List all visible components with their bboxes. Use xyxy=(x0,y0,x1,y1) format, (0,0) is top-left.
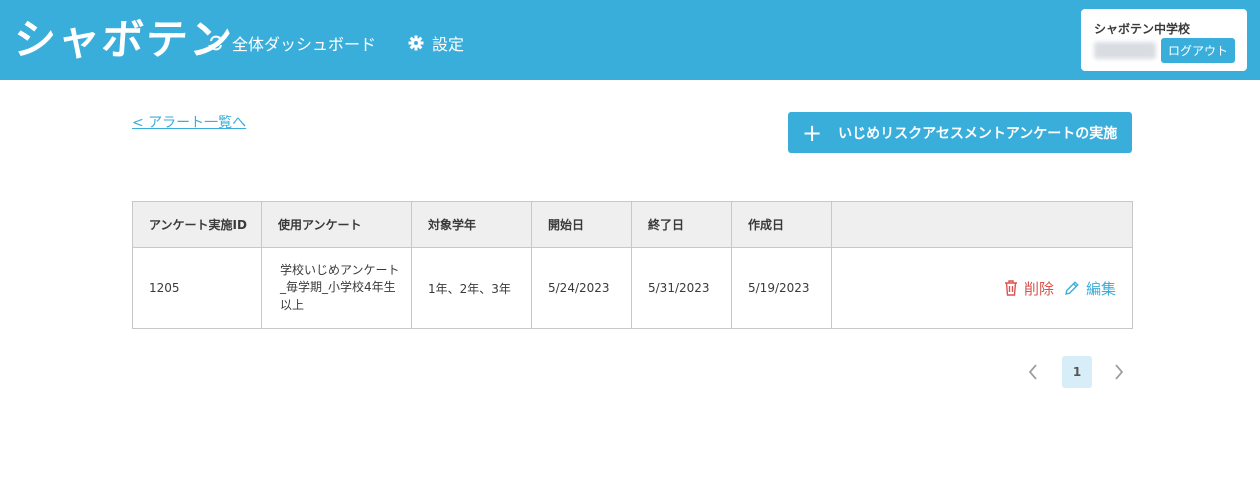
cell-grades: 1年、2年、3年 xyxy=(411,247,532,329)
gear-icon xyxy=(408,35,424,51)
table-row: 1205 学校いじめアンケート_毎学期_小学校4年生以上 1年、2年、3年 5/… xyxy=(132,247,1133,329)
survey-table: アンケート実施ID 使用アンケート 対象学年 開始日 終了日 作成日 1205 … xyxy=(132,201,1133,329)
chevron-left-icon[interactable] xyxy=(1028,364,1038,384)
plus-icon: + xyxy=(802,118,823,147)
back-to-alerts-link[interactable]: < アラート一覧へ xyxy=(132,112,246,132)
delete-button[interactable]: 削除 xyxy=(1004,278,1054,299)
cell-created: 5/19/2023 xyxy=(731,247,832,329)
pencil-icon xyxy=(1065,281,1079,295)
delete-label: 削除 xyxy=(1023,279,1054,298)
sync-icon xyxy=(208,35,224,51)
nav-settings-label: 設定 xyxy=(432,35,465,54)
edit-label: 編集 xyxy=(1085,279,1116,298)
nav-settings[interactable]: 設定 xyxy=(408,32,464,54)
nav-dashboard[interactable]: 全体ダッシュボード xyxy=(208,32,376,54)
run-assessment-label: いじめリスクアセスメントアンケートの実施 xyxy=(838,125,1118,142)
pagination: 1 xyxy=(1020,356,1132,388)
col-header-created: 作成日 xyxy=(731,201,832,248)
col-header-grades: 対象学年 xyxy=(411,201,532,248)
col-header-end: 終了日 xyxy=(631,201,732,248)
run-assessment-button[interactable]: + いじめリスクアセスメントアンケートの実施 xyxy=(788,112,1132,153)
app-logo[interactable]: シャボテン xyxy=(12,6,236,67)
col-header-survey: 使用アンケート xyxy=(261,201,412,248)
school-name: シャボテン中学校 xyxy=(1094,22,1191,36)
logout-button[interactable]: ログアウト xyxy=(1161,38,1235,63)
cell-end: 5/31/2023 xyxy=(631,247,732,329)
col-header-id: アンケート実施ID xyxy=(132,201,262,248)
nav-dashboard-label: 全体ダッシュボード xyxy=(232,35,377,54)
cell-id: 1205 xyxy=(132,247,262,329)
row-actions: 削除 編集 xyxy=(848,278,1132,299)
edit-button[interactable]: 編集 xyxy=(1064,278,1116,299)
app-header: シャボテン 全体ダッシュボード 設定 シャボテン中学校 ログアウト xyxy=(0,0,1260,80)
user-name: ●●● ●●● xyxy=(1094,42,1156,59)
col-header-actions xyxy=(831,201,1133,248)
user-panel: シャボテン中学校 ●●● ●●● ログアウト xyxy=(1081,9,1247,71)
col-header-start: 開始日 xyxy=(531,201,632,248)
trash-icon xyxy=(1004,280,1017,296)
page-button-current[interactable]: 1 xyxy=(1062,356,1092,388)
cell-start: 5/24/2023 xyxy=(531,247,632,329)
cell-survey: 学校いじめアンケート_毎学期_小学校4年生以上 xyxy=(261,247,412,329)
chevron-right-icon[interactable] xyxy=(1114,364,1124,384)
table-header-row: アンケート実施ID 使用アンケート 対象学年 開始日 終了日 作成日 xyxy=(132,201,1133,248)
cell-actions: 削除 編集 xyxy=(831,247,1133,329)
